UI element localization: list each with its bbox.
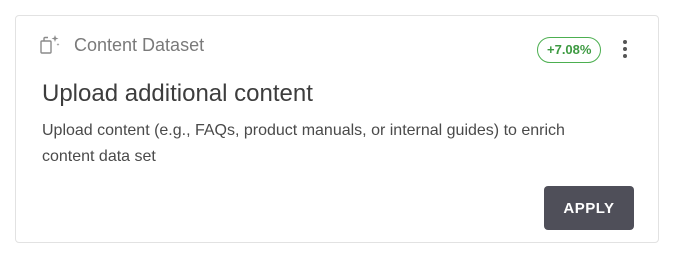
apply-button[interactable]: APPLY	[544, 186, 634, 230]
more-options-button[interactable]	[617, 38, 633, 60]
card-title: Upload additional content	[42, 80, 313, 107]
card-description: Upload content (e.g., FAQs, product manu…	[42, 122, 565, 165]
card-category-label: Content Dataset	[74, 34, 205, 55]
change-percentage-badge: +7.08%	[537, 37, 602, 63]
document-sparkle-icon	[40, 35, 60, 54]
card-header: Content Dataset	[36, 33, 204, 57]
more-vertical-icon	[623, 40, 627, 44]
